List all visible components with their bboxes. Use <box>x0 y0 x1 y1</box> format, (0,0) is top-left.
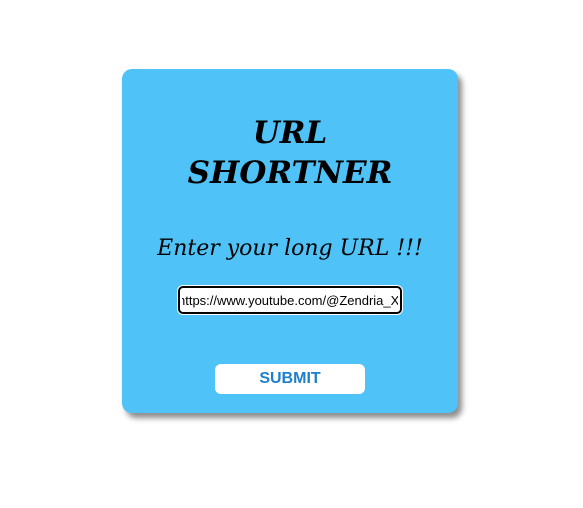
url-shortener-card: URL SHORTNER Enter your long URL !!! SUB… <box>122 69 458 413</box>
title-line-1: URL <box>252 115 328 151</box>
submit-button[interactable]: SUBMIT <box>215 364 365 394</box>
url-prompt-label: Enter your long URL !!! <box>157 236 423 261</box>
long-url-input[interactable] <box>178 286 402 314</box>
title-line-2: SHORTNER <box>187 155 393 191</box>
page-title: URL SHORTNER <box>122 113 458 193</box>
